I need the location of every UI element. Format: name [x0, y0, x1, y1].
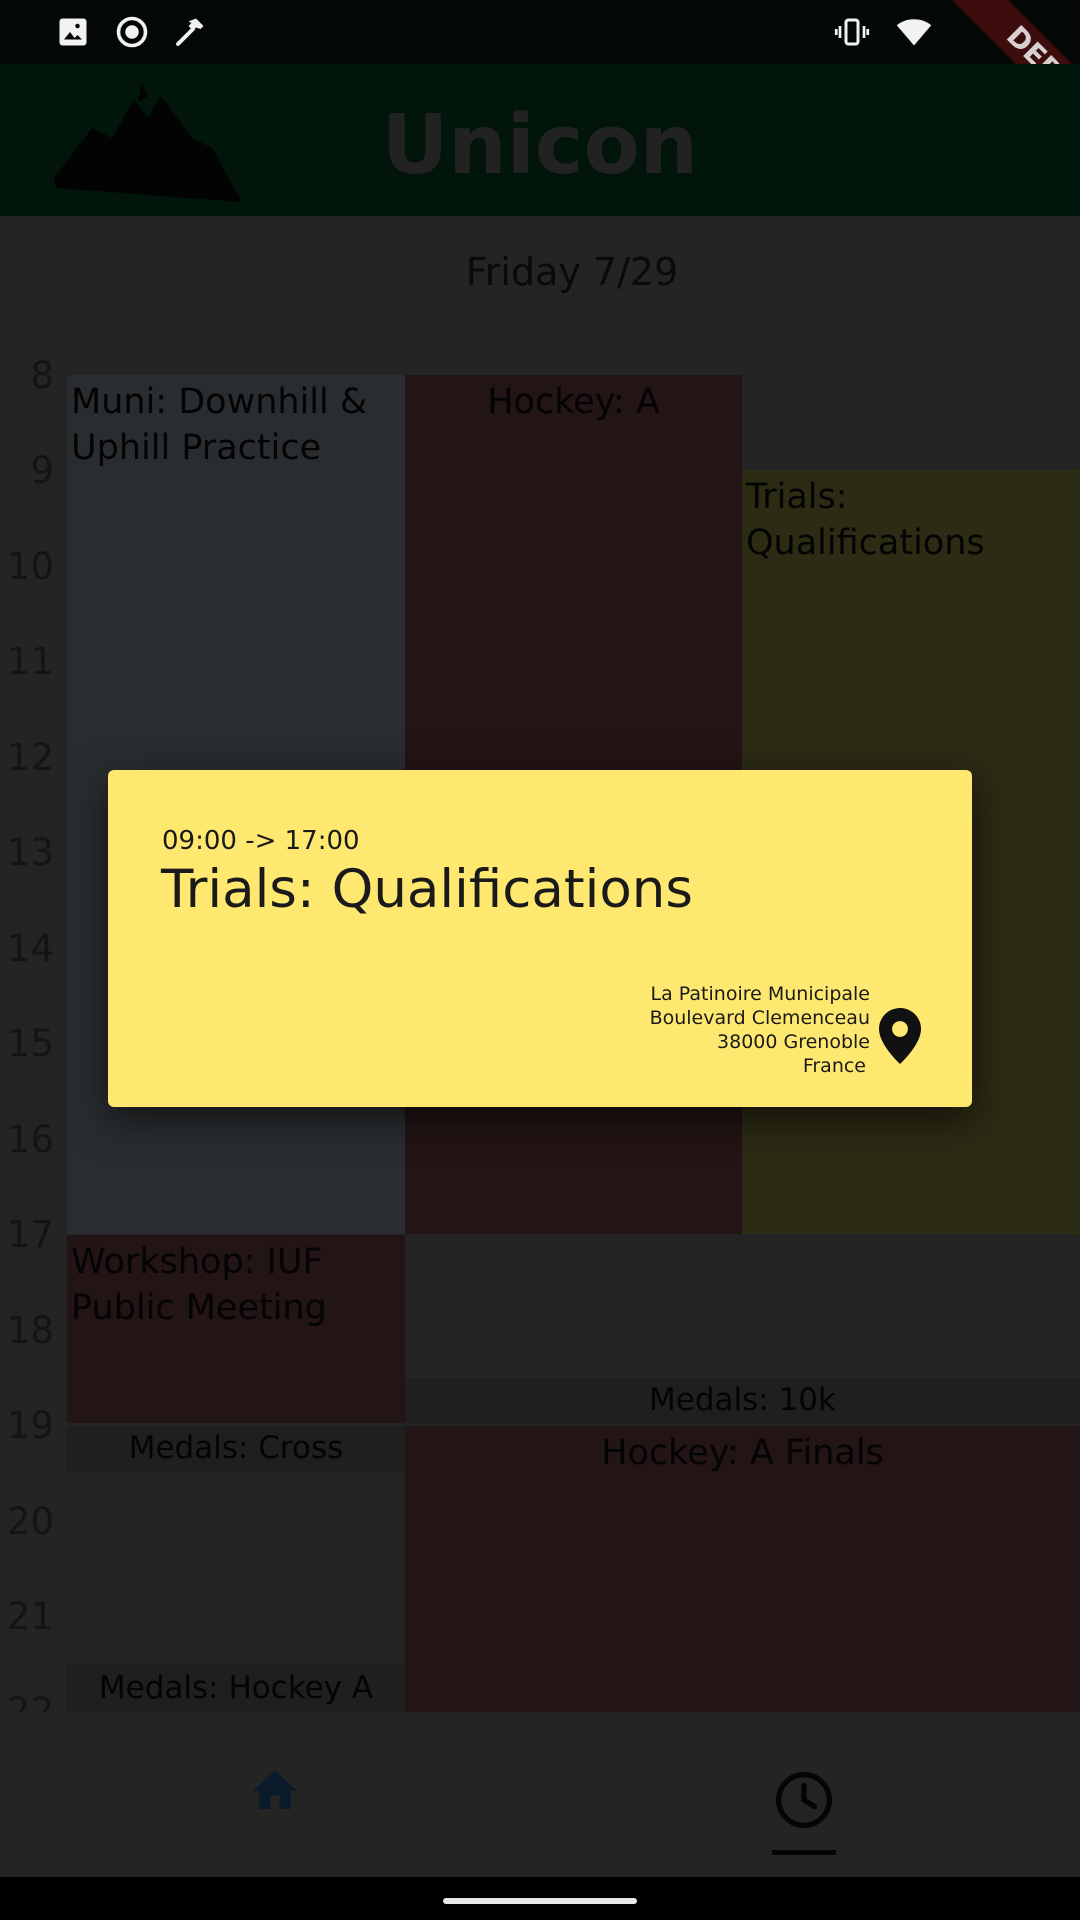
- home-icon: [252, 1770, 298, 1809]
- event-time-range: 09:00 -> 17:00: [162, 826, 360, 856]
- event-block[interactable]: Workshop: IUF Public Meeting: [67, 1235, 405, 1423]
- hour-label: 14: [6, 927, 54, 970]
- event-details-dialog[interactable]: 09:00 -> 17:00 Trials: Qualifications La…: [108, 770, 972, 1107]
- event-title: Trials: Qualifications: [161, 859, 693, 920]
- event-block[interactable]: Medals: Cross Country: [67, 1426, 405, 1472]
- hour-label: 11: [6, 640, 54, 683]
- schedule-clock-icon: [776, 1772, 832, 1828]
- nav-schedule[interactable]: [772, 1768, 836, 1836]
- event-title: Trials: Qualifications: [746, 477, 985, 563]
- nav-home[interactable]: [248, 1764, 302, 1822]
- event-title: Hockey: A: [487, 382, 660, 422]
- event-title: Hockey: A Finals: [601, 1433, 884, 1473]
- event-title: Medals: 10k: [649, 1382, 836, 1418]
- event-title: Workshop: IUF Public Meeting: [71, 1242, 327, 1328]
- hour-label: 8: [30, 354, 54, 397]
- gesture-handle[interactable]: [443, 1898, 637, 1904]
- hour-label: 18: [6, 1309, 54, 1352]
- hour-label: 21: [6, 1595, 54, 1638]
- event-block[interactable]: Medals: Hockey A: [67, 1664, 405, 1712]
- hour-label: 16: [6, 1118, 54, 1161]
- address-line: 38000 Grenoble: [717, 1031, 870, 1053]
- hour-label: 20: [6, 1500, 54, 1543]
- bottom-navigation: [0, 1712, 1080, 1877]
- event-title: Muni: Downhill & Uphill Practice: [71, 382, 368, 468]
- event-title: Medals: Cross Country: [128, 1430, 344, 1472]
- address-line: La Patinoire Municipale: [650, 983, 870, 1005]
- image-icon: [59, 18, 87, 46]
- nav-selected-indicator: [772, 1850, 836, 1855]
- address-line: France: [802, 1055, 866, 1077]
- event-block[interactable]: Hockey: A Finals: [405, 1426, 1080, 1712]
- hour-label: 9: [30, 449, 54, 492]
- event-title: Medals: Hockey A: [98, 1670, 374, 1706]
- vibrate-icon: [834, 18, 870, 46]
- hour-label: 13: [6, 831, 54, 874]
- hour-label: 12: [6, 736, 54, 779]
- hour-label: 17: [6, 1213, 54, 1256]
- event-address[interactable]: La Patinoire Municipale Boulevard Clemen…: [650, 982, 870, 1078]
- address-line: Boulevard Clemenceau: [649, 1007, 870, 1029]
- location-pin-icon[interactable]: [879, 1008, 921, 1064]
- date-label: Friday 7/29: [465, 250, 679, 294]
- hour-label: 19: [6, 1404, 54, 1447]
- wifi-icon: [896, 19, 932, 46]
- radio-button-icon: [116, 16, 148, 48]
- hour-label: 10: [6, 545, 54, 588]
- hour-label: 15: [6, 1022, 54, 1065]
- hammer-icon: [176, 18, 204, 46]
- app-title: Unicon: [381, 98, 699, 193]
- event-block[interactable]: Medals: 10k: [405, 1378, 1080, 1424]
